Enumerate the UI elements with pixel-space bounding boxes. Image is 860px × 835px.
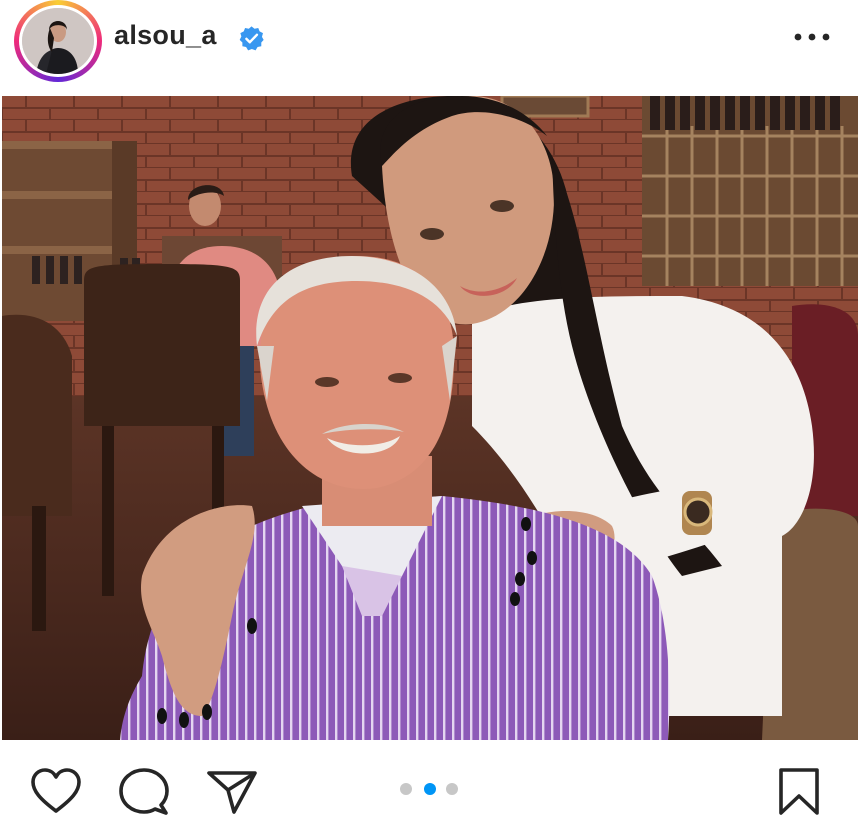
carousel-dot-1[interactable] [400, 783, 412, 795]
comment-bubble-icon[interactable] [118, 767, 170, 817]
post-photo[interactable] [2, 96, 858, 740]
avatar-image [22, 8, 94, 74]
verified-badge-icon [239, 26, 264, 51]
story-ring[interactable] [14, 0, 102, 82]
more-options-icon[interactable] [792, 26, 832, 48]
carousel-dot-2-active[interactable] [424, 783, 436, 795]
avatar[interactable] [19, 5, 97, 77]
heart-icon[interactable] [30, 767, 82, 815]
bookmark-icon[interactable] [778, 767, 820, 817]
username[interactable]: alsou_a [114, 20, 217, 51]
post-header: alsou_a [0, 0, 860, 92]
post-photo-image [2, 96, 858, 740]
carousel-dot-3[interactable] [446, 783, 458, 795]
paper-plane-icon[interactable] [206, 769, 258, 815]
